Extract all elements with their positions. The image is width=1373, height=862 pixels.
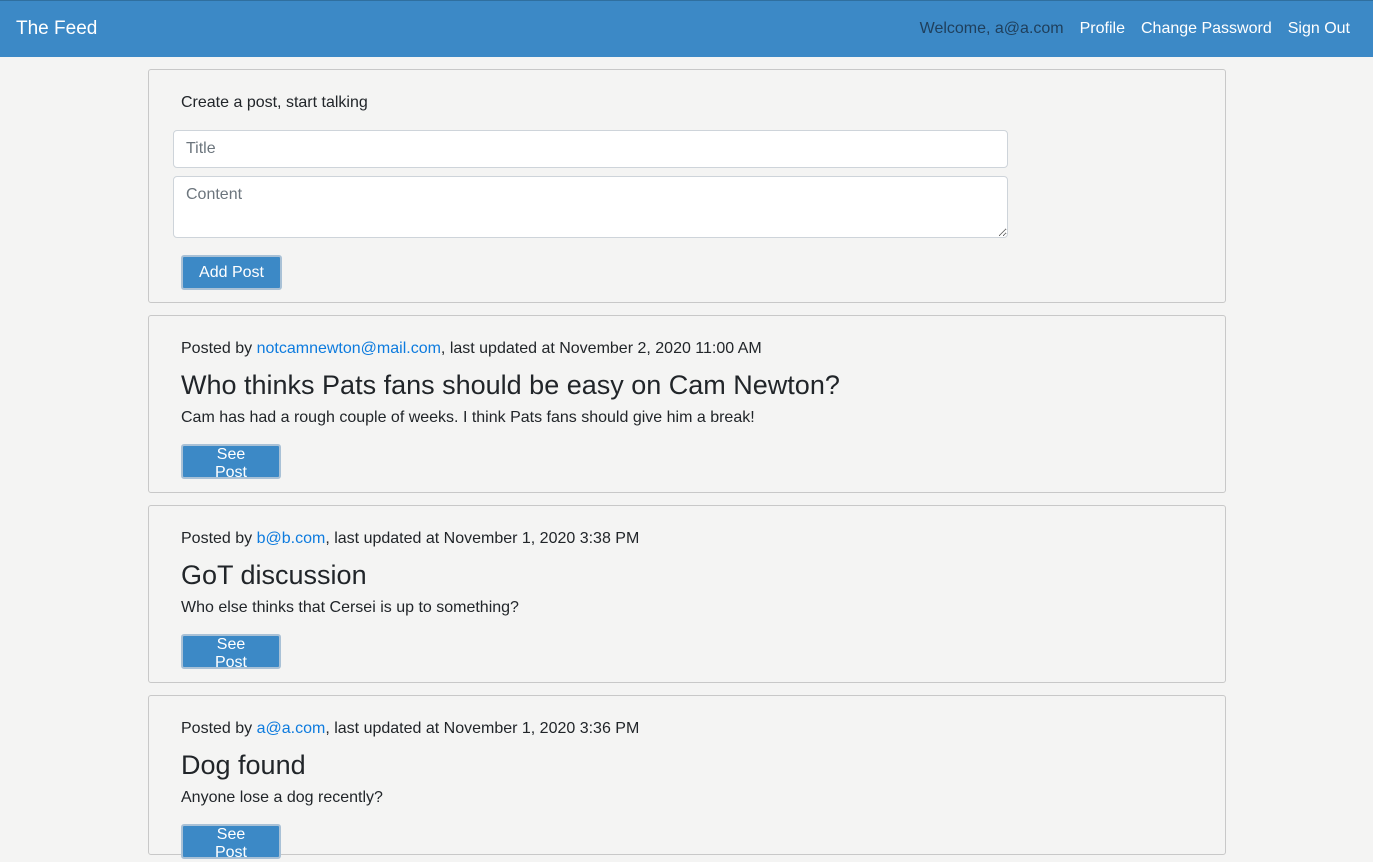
post-card: Posted by b@b.com, last updated at Novem… [148,505,1226,683]
post-title: Dog found [181,750,306,780]
post-meta: Posted by b@b.com, last updated at Novem… [181,530,639,548]
post-title: Who thinks Pats fans should be easy on C… [181,370,840,400]
title-input[interactable] [173,130,1008,168]
posted-by-label: Posted by [181,340,257,357]
post-body: Anyone lose a dog recently? [181,789,383,806]
post-body: Who else thinks that Cersei is up to som… [181,599,519,616]
post-card: Posted by a@a.com, last updated at Novem… [148,695,1226,861]
add-post-button[interactable]: Add Post [181,255,282,290]
navbar-right: Welcome, a@a.com Profile Change Password… [920,19,1350,39]
post-body: Cam has had a rough couple of weeks. I t… [181,409,755,426]
brand-link[interactable]: The Feed [16,18,97,40]
see-post-button[interactable]: See Post [181,634,281,671]
see-post-button[interactable]: See Post [181,824,281,861]
post-title: GoT discussion [181,560,367,590]
post-author-link[interactable]: notcamnewton@mail.com [257,340,441,357]
profile-link[interactable]: Profile [1080,19,1125,39]
top-navbar: The Feed Welcome, a@a.com Profile Change… [0,0,1373,57]
post-updated-text: , last updated at November 2, 2020 11:00… [440,340,762,357]
create-post-heading: Create a post, start talking [181,94,368,111]
post-updated-text: , last updated at November 1, 2020 3:38 … [325,530,640,547]
post-updated-text: , last updated at November 1, 2020 3:36 … [325,720,640,737]
see-post-button[interactable]: See Post [181,444,281,481]
posted-by-label: Posted by [181,530,257,547]
create-post-card: Create a post, start talking Add Post [148,69,1226,303]
post-meta: Posted by notcamnewton@mail.com, last up… [181,340,762,358]
posted-by-label: Posted by [181,720,257,737]
content-textarea[interactable] [173,176,1008,238]
post-author-link[interactable]: a@a.com [257,720,326,737]
welcome-text: Welcome, a@a.com [919,20,1064,37]
post-meta: Posted by a@a.com, last updated at Novem… [181,720,639,738]
sign-out-link[interactable]: Sign Out [1288,19,1350,39]
post-card: Posted by notcamnewton@mail.com, last up… [148,315,1226,493]
change-password-link[interactable]: Change Password [1141,19,1272,39]
post-author-link[interactable]: b@b.com [257,530,326,547]
